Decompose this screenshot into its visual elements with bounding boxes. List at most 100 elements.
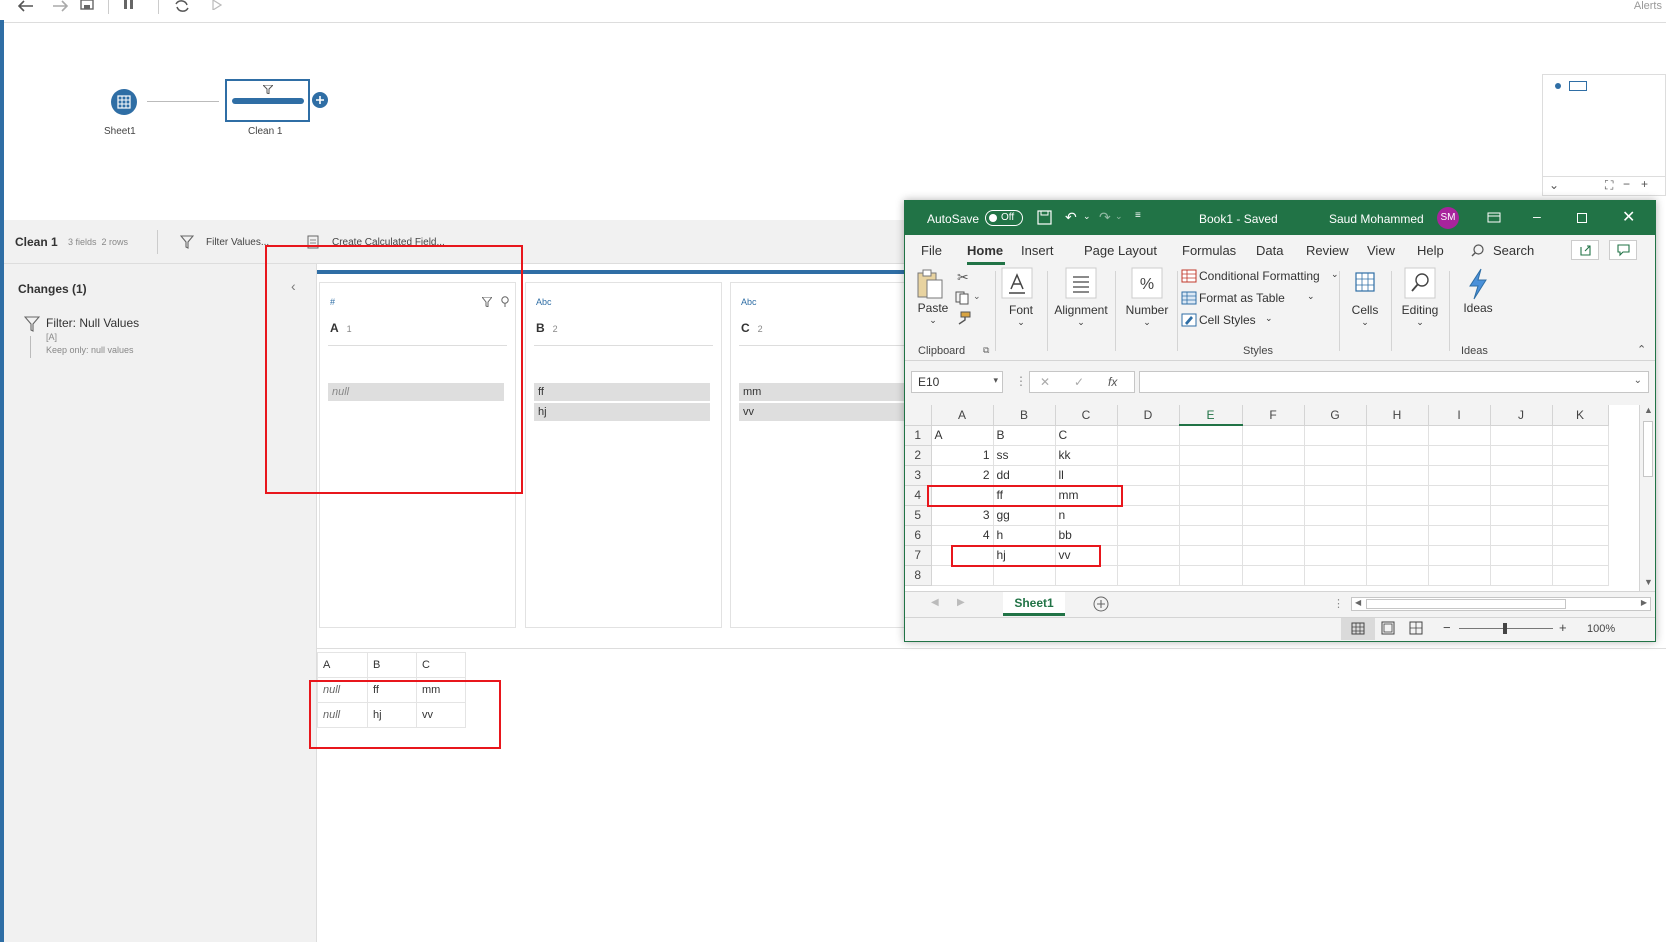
cell[interactable]: [1055, 565, 1118, 586]
copy-dropdown-icon[interactable]: ⌄: [973, 291, 981, 302]
zoom-out-button[interactable]: −: [1443, 620, 1451, 635]
name-box[interactable]: E10 ▾: [911, 371, 1003, 393]
cell[interactable]: [1117, 445, 1180, 466]
cell[interactable]: [1366, 445, 1429, 466]
cell[interactable]: [1428, 465, 1491, 486]
back-icon[interactable]: [18, 0, 40, 14]
cell[interactable]: [1552, 425, 1609, 446]
cell[interactable]: [1552, 505, 1609, 526]
cell[interactable]: [1242, 445, 1305, 466]
row-header[interactable]: 8: [905, 565, 932, 586]
tab-page-layout[interactable]: Page Layout: [1084, 243, 1157, 258]
cell[interactable]: [1552, 545, 1609, 566]
column-header[interactable]: D: [1117, 405, 1180, 426]
collapse-ribbon-icon[interactable]: ⌃: [1637, 343, 1646, 356]
vertical-scrollbar[interactable]: ▲ ▼: [1639, 405, 1655, 591]
row-header[interactable]: 1: [905, 425, 932, 446]
collapse-minimap-icon[interactable]: ⌄: [1549, 178, 1559, 192]
sheet1-node[interactable]: [111, 89, 137, 115]
cell[interactable]: dd: [993, 465, 1056, 486]
cell[interactable]: [1117, 505, 1180, 526]
filter-values-button[interactable]: Filter Values...: [206, 237, 269, 248]
clipboard-launcher-icon[interactable]: ⧉: [983, 345, 989, 356]
cell[interactable]: [1242, 425, 1305, 446]
cell[interactable]: [1366, 525, 1429, 546]
cell[interactable]: [1428, 545, 1491, 566]
cell[interactable]: [1304, 565, 1367, 586]
cell[interactable]: [1428, 505, 1491, 526]
cell[interactable]: kk: [1055, 445, 1118, 466]
change-item-title[interactable]: Filter: Null Values: [46, 316, 139, 330]
column-header[interactable]: B: [993, 405, 1056, 426]
row-header[interactable]: 5: [905, 505, 932, 526]
enter-icon[interactable]: ✓: [1074, 375, 1084, 389]
horizontal-scroll-thumb[interactable]: [1366, 599, 1566, 609]
cell[interactable]: [1552, 525, 1609, 546]
cell[interactable]: ss: [993, 445, 1056, 466]
cell[interactable]: [1366, 485, 1429, 506]
cell[interactable]: [1428, 425, 1491, 446]
share-button[interactable]: [1571, 240, 1599, 260]
zoom-out-icon[interactable]: −: [1623, 177, 1630, 191]
cell[interactable]: gg: [993, 505, 1056, 526]
cell[interactable]: [1304, 465, 1367, 486]
cell[interactable]: [993, 565, 1056, 586]
cell[interactable]: [1304, 545, 1367, 566]
formula-input[interactable]: ⌄: [1139, 371, 1649, 393]
cell[interactable]: [1117, 465, 1180, 486]
cell[interactable]: [1117, 545, 1180, 566]
cell[interactable]: [1552, 465, 1609, 486]
cell[interactable]: [1428, 445, 1491, 466]
cell[interactable]: [1179, 445, 1243, 466]
cell[interactable]: [1428, 565, 1491, 586]
ideas-button[interactable]: Ideas: [1453, 267, 1503, 315]
cell[interactable]: n: [1055, 505, 1118, 526]
column-header[interactable]: H: [1366, 405, 1429, 426]
font-button[interactable]: Font ⌄: [1001, 267, 1041, 328]
cells-button[interactable]: Cells ⌄: [1343, 267, 1387, 328]
cell[interactable]: [1490, 465, 1553, 486]
cell[interactable]: h: [993, 525, 1056, 546]
row-header[interactable]: 2: [905, 445, 932, 466]
cell[interactable]: [1428, 485, 1491, 506]
number-button[interactable]: % Number ⌄: [1119, 267, 1175, 328]
cell[interactable]: [1552, 485, 1609, 506]
cell[interactable]: [1242, 525, 1305, 546]
scroll-up-icon[interactable]: ▲: [1644, 405, 1653, 415]
flow-minimap[interactable]: [1542, 74, 1666, 178]
fit-icon[interactable]: ⛶: [1605, 178, 1613, 193]
cell[interactable]: ll: [1055, 465, 1118, 486]
cell[interactable]: [1490, 525, 1553, 546]
cell[interactable]: [1428, 525, 1491, 546]
cell[interactable]: [1242, 465, 1305, 486]
select-all-corner[interactable]: [905, 405, 932, 426]
cell[interactable]: C: [1055, 425, 1118, 446]
cell[interactable]: [1552, 445, 1609, 466]
column-header[interactable]: C: [1055, 405, 1118, 426]
cell[interactable]: [1366, 545, 1429, 566]
cell[interactable]: [1304, 485, 1367, 506]
vertical-scroll-thumb[interactable]: [1643, 421, 1653, 477]
cell[interactable]: [1117, 525, 1180, 546]
profile-card-c[interactable]: Abc C2 mm vv: [730, 282, 905, 628]
scroll-left-icon[interactable]: ◀: [1355, 598, 1361, 607]
cell[interactable]: [1366, 425, 1429, 446]
grid-header[interactable]: A: [317, 652, 368, 678]
cell[interactable]: [1490, 545, 1553, 566]
cell[interactable]: [1179, 545, 1243, 566]
tab-insert[interactable]: Insert: [1021, 243, 1054, 258]
cell-styles-button[interactable]: Cell Styles ⌄: [1181, 309, 1341, 329]
cell[interactable]: [1179, 565, 1243, 586]
column-header-active[interactable]: E: [1179, 405, 1243, 426]
page-layout-view-icon[interactable]: [1381, 621, 1395, 635]
ribbon-display-icon[interactable]: [1487, 212, 1501, 223]
tab-review[interactable]: Review: [1306, 243, 1349, 258]
cell[interactable]: [1304, 505, 1367, 526]
autosave-toggle[interactable]: Off: [985, 210, 1023, 226]
search-box[interactable]: Search: [1493, 243, 1534, 258]
value-bar[interactable]: vv: [739, 403, 905, 421]
column-header[interactable]: A: [931, 405, 994, 426]
alignment-button[interactable]: Alignment ⌄: [1051, 267, 1111, 328]
new-sheet-icon[interactable]: [1093, 596, 1109, 612]
cell[interactable]: [1366, 465, 1429, 486]
